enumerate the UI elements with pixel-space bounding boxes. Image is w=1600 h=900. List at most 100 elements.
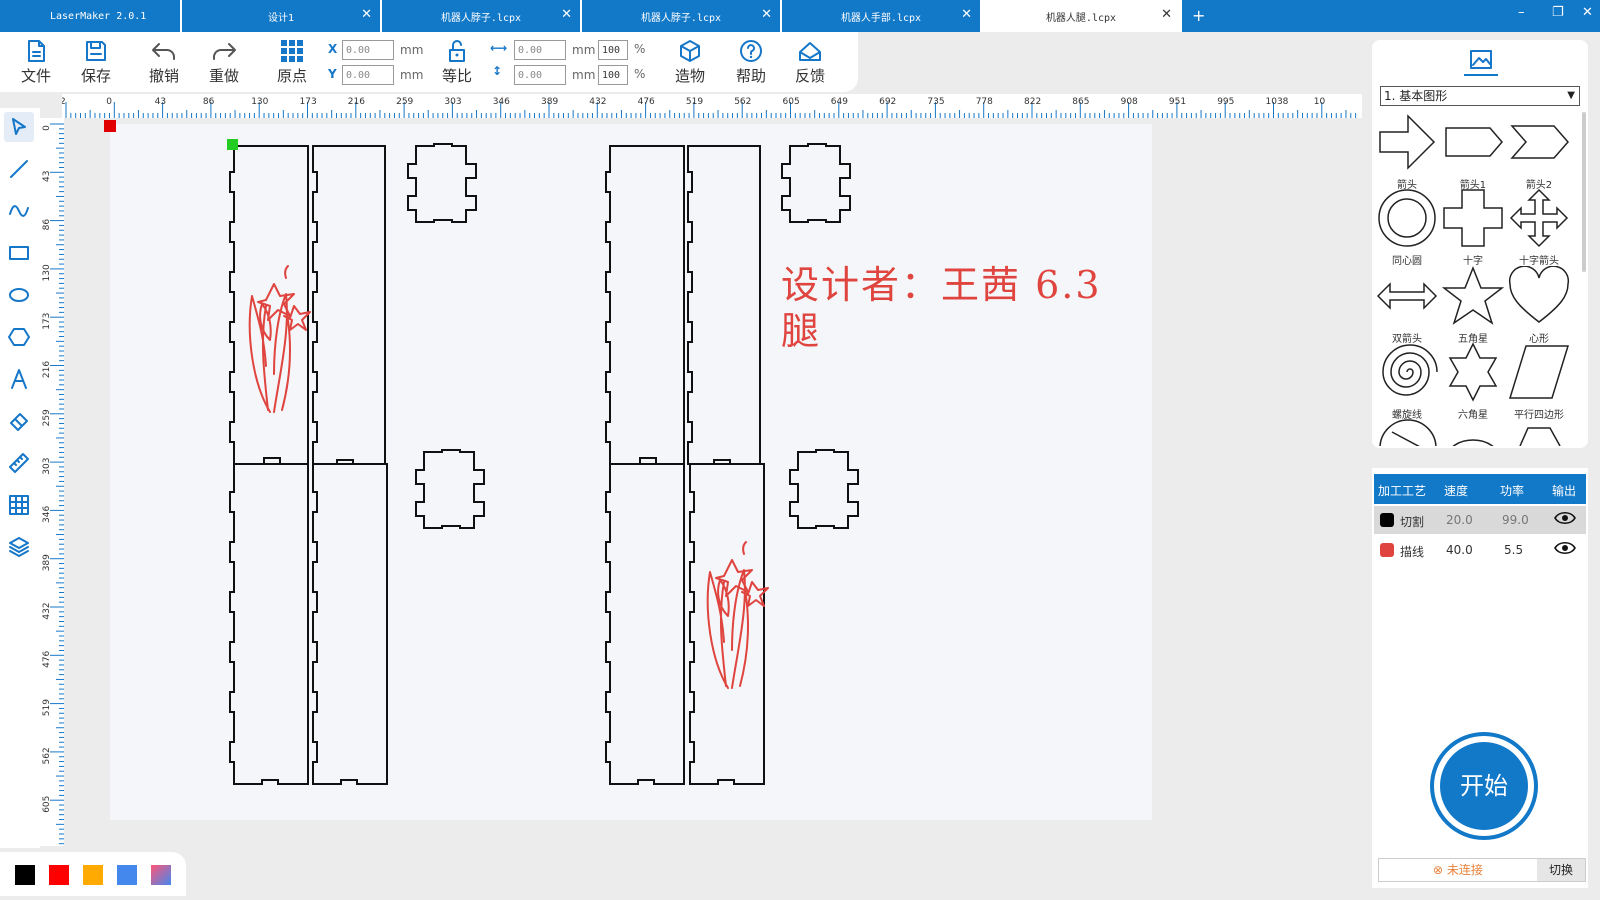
leg-panel-b1[interactable] xyxy=(605,145,685,465)
height-input[interactable] xyxy=(514,65,566,85)
leg-panel-a2[interactable] xyxy=(312,145,386,465)
redo-label: 重做 xyxy=(208,67,239,85)
measure-tool[interactable] xyxy=(4,448,34,478)
eye-icon[interactable] xyxy=(1554,510,1576,529)
swatch-orange[interactable] xyxy=(83,865,103,885)
shape-category-select[interactable]: 1. 基本图形 ▼ xyxy=(1380,86,1580,106)
ellipse-tool[interactable] xyxy=(4,280,34,310)
joint-piece-1[interactable] xyxy=(407,143,477,223)
process-row-cut[interactable]: 切割 20.0 99.0 xyxy=(1374,506,1586,534)
partial-shapes-icon xyxy=(1379,419,1561,446)
selection-handle[interactable] xyxy=(227,139,238,150)
image-tab[interactable] xyxy=(1464,46,1498,76)
left-toolbox xyxy=(0,108,40,848)
shape-arrow1[interactable]: 箭头1 xyxy=(1442,112,1504,191)
ruler-label: 476 xyxy=(638,97,655,107)
redo-button[interactable]: 重做 xyxy=(199,38,249,86)
process-speed[interactable]: 20.0 xyxy=(1446,513,1473,527)
save-button[interactable]: 保存 xyxy=(71,38,121,86)
line-tool[interactable] xyxy=(4,154,34,184)
height-unit: mm xyxy=(572,68,596,82)
y-input[interactable] xyxy=(342,65,394,85)
x-input[interactable] xyxy=(342,40,394,60)
close-icon[interactable]: ✕ xyxy=(361,7,372,22)
eye-icon[interactable] xyxy=(1554,540,1576,559)
help-button[interactable]: 帮助 xyxy=(726,38,776,86)
connection-bar: ⊗ 未连接 切换 xyxy=(1378,858,1586,882)
shape-heart[interactable]: 心形 xyxy=(1508,265,1570,345)
cross-arrow-icon xyxy=(1509,188,1569,248)
leg-panel-b3[interactable] xyxy=(605,457,685,785)
shape-five-star[interactable]: 五角星 xyxy=(1441,265,1505,345)
process-row-line[interactable]: 描线 40.0 5.5 xyxy=(1374,536,1586,564)
shape-cross[interactable]: 十字 xyxy=(1442,188,1504,267)
shape-category-label: 1. 基本图形 xyxy=(1384,89,1448,103)
rectangle-tool[interactable] xyxy=(4,238,34,268)
switch-button[interactable]: 切换 xyxy=(1537,859,1585,881)
tab-label: 机器人手部.lcpx xyxy=(840,12,922,24)
tab-robot-leg[interactable]: 机器人腿.lcpx ✕ xyxy=(982,0,1182,32)
ruler-label: 735 xyxy=(927,97,944,107)
minimize-button[interactable]: – xyxy=(1518,5,1525,20)
shape-arrow[interactable]: 箭头 xyxy=(1376,112,1438,191)
leg-panel-a4[interactable] xyxy=(312,459,388,785)
tab-robot-neck-2[interactable]: 机器人脖子.lcpx ✕ xyxy=(582,0,782,32)
origin-marker[interactable] xyxy=(104,120,116,132)
curve-tool[interactable] xyxy=(4,196,34,226)
shape-spiral[interactable]: 螺旋线 xyxy=(1376,342,1438,421)
shapes-scrollbar[interactable] xyxy=(1582,112,1586,272)
height-pct-input[interactable] xyxy=(598,65,628,85)
shape-cross-arrow[interactable]: 十字箭头 xyxy=(1508,188,1570,267)
close-icon[interactable]: ✕ xyxy=(1161,7,1172,22)
process-speed[interactable]: 40.0 xyxy=(1446,543,1473,557)
width-pct-input[interactable] xyxy=(598,40,628,60)
work-area[interactable] xyxy=(110,124,1152,820)
tab-robot-neck-1[interactable]: 机器人脖子.lcpx ✕ xyxy=(382,0,582,32)
origin-button[interactable]: 原点 xyxy=(267,38,317,86)
joint-piece-2[interactable] xyxy=(415,449,485,529)
ruler-left-ticks: 0 43 86 130 173 216 259 303 346 389 432 476 519 562 60… xyxy=(42,123,64,845)
tab-design1[interactable]: 设计1 ✕ xyxy=(182,0,382,32)
polygon-tool[interactable] xyxy=(4,322,34,352)
swatch-red[interactable] xyxy=(49,865,69,885)
build-button[interactable]: 造物 xyxy=(665,38,715,86)
swatch-gradient[interactable] xyxy=(151,865,171,885)
leg-panel-b4[interactable] xyxy=(689,459,765,785)
swatch-black[interactable] xyxy=(15,865,35,885)
ratio-lock-button[interactable]: 等比 xyxy=(432,38,482,86)
swatch-blue[interactable] xyxy=(117,865,137,885)
process-power[interactable]: 99.0 xyxy=(1502,513,1529,527)
flower-engraving-2[interactable] xyxy=(706,541,769,689)
undo-button[interactable]: 撤销 xyxy=(139,38,189,86)
close-window-button[interactable]: ✕ xyxy=(1582,5,1593,20)
shape-arrow2[interactable]: 箭头2 xyxy=(1508,112,1570,191)
shape-parallelogram[interactable]: 平行四边形 xyxy=(1508,342,1570,421)
ruler-label: 605 xyxy=(42,796,52,813)
shape-six-star[interactable]: 六角星 xyxy=(1442,342,1504,421)
select-tool[interactable] xyxy=(4,112,34,142)
flower-engraving-1[interactable] xyxy=(248,265,311,413)
add-tab-button[interactable]: + xyxy=(1192,6,1205,25)
text-tool[interactable] xyxy=(4,364,34,394)
connection-status[interactable]: ⊗ 未连接 xyxy=(1379,859,1537,881)
file-button[interactable]: 文件 xyxy=(11,38,61,86)
restore-button[interactable]: ❐ xyxy=(1552,5,1564,20)
shape-concentric[interactable]: 同心圆 xyxy=(1376,188,1438,267)
close-icon[interactable]: ✕ xyxy=(961,7,972,22)
joint-piece-4[interactable] xyxy=(789,449,859,529)
designer-text[interactable]: 设计者：王茜 6.3 腿 xyxy=(781,262,1181,354)
feedback-button[interactable]: 反馈 xyxy=(785,38,835,86)
shape-double-arrow[interactable]: 双箭头 xyxy=(1376,266,1438,345)
leg-panel-b2[interactable] xyxy=(687,145,761,465)
close-icon[interactable]: ✕ xyxy=(761,7,772,22)
tab-robot-hand[interactable]: 机器人手部.lcpx ✕ xyxy=(782,0,982,32)
leg-panel-a3[interactable] xyxy=(229,457,309,785)
start-button[interactable]: 开始 xyxy=(1430,732,1538,840)
layers-tool[interactable] xyxy=(4,532,34,562)
eraser-tool[interactable] xyxy=(4,406,34,436)
joint-piece-3[interactable] xyxy=(781,143,851,223)
array-tool[interactable] xyxy=(4,490,34,520)
close-icon[interactable]: ✕ xyxy=(561,7,572,22)
process-power[interactable]: 5.5 xyxy=(1504,543,1523,557)
width-input[interactable] xyxy=(514,40,566,60)
